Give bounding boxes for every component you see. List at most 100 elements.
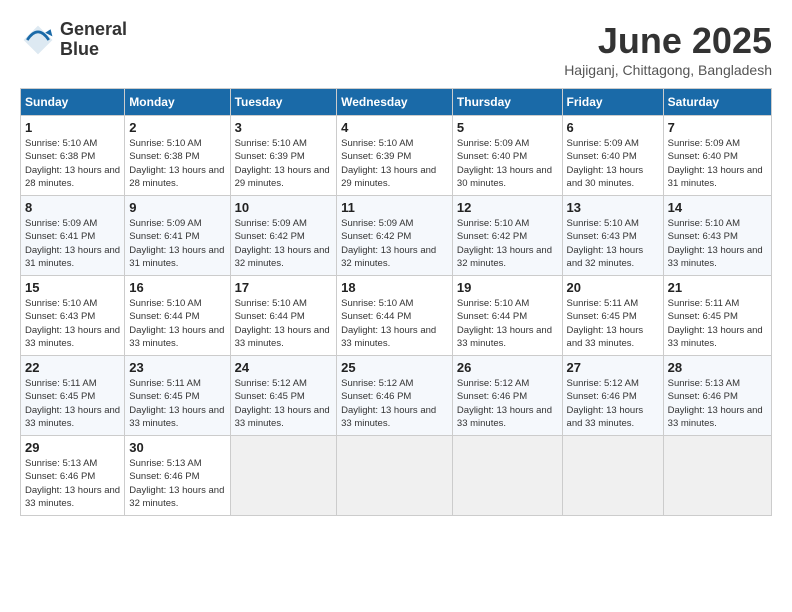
day-number: 15 [25, 280, 120, 295]
day-daylight: Daylight: 13 hours and 33 minutes. [129, 325, 224, 349]
day-cell-28: 28 Sunrise: 5:13 AM Sunset: 6:46 PM Dayl… [663, 356, 771, 436]
col-saturday: Saturday [663, 89, 771, 116]
day-sunrise: Sunrise: 5:10 AM [235, 298, 307, 309]
day-number: 22 [25, 360, 120, 375]
col-sunday: Sunday [21, 89, 125, 116]
month-title: June 2025 [564, 20, 772, 62]
day-cell-21: 21 Sunrise: 5:11 AM Sunset: 6:45 PM Dayl… [663, 276, 771, 356]
day-sunset: Sunset: 6:44 PM [235, 311, 305, 322]
day-sunset: Sunset: 6:39 PM [235, 151, 305, 162]
empty-cell [337, 436, 453, 516]
day-cell-30: 30 Sunrise: 5:13 AM Sunset: 6:46 PM Dayl… [125, 436, 230, 516]
day-cell-27: 27 Sunrise: 5:12 AM Sunset: 6:46 PM Dayl… [562, 356, 663, 436]
day-sunset: Sunset: 6:43 PM [25, 311, 95, 322]
header-row: Sunday Monday Tuesday Wednesday Thursday… [21, 89, 772, 116]
day-sunrise: Sunrise: 5:09 AM [567, 138, 639, 149]
calendar-table: Sunday Monday Tuesday Wednesday Thursday… [20, 88, 772, 516]
day-number: 16 [129, 280, 225, 295]
day-sunset: Sunset: 6:46 PM [567, 391, 637, 402]
day-number: 19 [457, 280, 558, 295]
day-cell-11: 11 Sunrise: 5:09 AM Sunset: 6:42 PM Dayl… [337, 196, 453, 276]
day-cell-19: 19 Sunrise: 5:10 AM Sunset: 6:44 PM Dayl… [452, 276, 562, 356]
day-number: 26 [457, 360, 558, 375]
day-number: 6 [567, 120, 659, 135]
logo: General Blue [20, 20, 127, 60]
day-cell-7: 7 Sunrise: 5:09 AM Sunset: 6:40 PM Dayli… [663, 116, 771, 196]
day-daylight: Daylight: 13 hours and 30 minutes. [567, 165, 644, 189]
day-number: 8 [25, 200, 120, 215]
day-cell-13: 13 Sunrise: 5:10 AM Sunset: 6:43 PM Dayl… [562, 196, 663, 276]
day-sunrise: Sunrise: 5:11 AM [25, 378, 97, 389]
day-number: 25 [341, 360, 448, 375]
page-header: General Blue June 2025 Hajiganj, Chittag… [20, 20, 772, 78]
day-cell-8: 8 Sunrise: 5:09 AM Sunset: 6:41 PM Dayli… [21, 196, 125, 276]
day-daylight: Daylight: 13 hours and 33 minutes. [341, 325, 436, 349]
day-sunrise: Sunrise: 5:09 AM [129, 218, 201, 229]
col-thursday: Thursday [452, 89, 562, 116]
day-daylight: Daylight: 13 hours and 29 minutes. [341, 165, 436, 189]
day-sunset: Sunset: 6:41 PM [129, 231, 199, 242]
day-sunrise: Sunrise: 5:10 AM [457, 298, 529, 309]
day-cell-26: 26 Sunrise: 5:12 AM Sunset: 6:46 PM Dayl… [452, 356, 562, 436]
day-daylight: Daylight: 13 hours and 33 minutes. [567, 405, 644, 429]
day-sunrise: Sunrise: 5:10 AM [25, 138, 97, 149]
col-friday: Friday [562, 89, 663, 116]
day-sunrise: Sunrise: 5:10 AM [341, 298, 413, 309]
day-daylight: Daylight: 13 hours and 33 minutes. [457, 325, 552, 349]
day-number: 1 [25, 120, 120, 135]
day-cell-14: 14 Sunrise: 5:10 AM Sunset: 6:43 PM Dayl… [663, 196, 771, 276]
day-sunrise: Sunrise: 5:09 AM [341, 218, 413, 229]
empty-cell [663, 436, 771, 516]
day-sunset: Sunset: 6:46 PM [129, 471, 199, 482]
day-cell-22: 22 Sunrise: 5:11 AM Sunset: 6:45 PM Dayl… [21, 356, 125, 436]
day-sunrise: Sunrise: 5:09 AM [235, 218, 307, 229]
day-sunset: Sunset: 6:42 PM [457, 231, 527, 242]
day-number: 29 [25, 440, 120, 455]
day-number: 14 [668, 200, 767, 215]
day-cell-4: 4 Sunrise: 5:10 AM Sunset: 6:39 PM Dayli… [337, 116, 453, 196]
day-sunrise: Sunrise: 5:10 AM [668, 218, 740, 229]
logo-line2: Blue [60, 40, 127, 60]
day-cell-29: 29 Sunrise: 5:13 AM Sunset: 6:46 PM Dayl… [21, 436, 125, 516]
day-sunrise: Sunrise: 5:09 AM [25, 218, 97, 229]
day-daylight: Daylight: 13 hours and 33 minutes. [567, 325, 644, 349]
day-number: 21 [668, 280, 767, 295]
empty-cell [562, 436, 663, 516]
col-monday: Monday [125, 89, 230, 116]
empty-cell [230, 436, 337, 516]
day-number: 3 [235, 120, 333, 135]
day-daylight: Daylight: 13 hours and 33 minutes. [235, 405, 330, 429]
day-sunrise: Sunrise: 5:10 AM [341, 138, 413, 149]
day-number: 24 [235, 360, 333, 375]
day-cell-25: 25 Sunrise: 5:12 AM Sunset: 6:46 PM Dayl… [337, 356, 453, 436]
day-daylight: Daylight: 13 hours and 33 minutes. [129, 405, 224, 429]
col-wednesday: Wednesday [337, 89, 453, 116]
day-daylight: Daylight: 13 hours and 33 minutes. [341, 405, 436, 429]
day-sunset: Sunset: 6:43 PM [567, 231, 637, 242]
day-cell-15: 15 Sunrise: 5:10 AM Sunset: 6:43 PM Dayl… [21, 276, 125, 356]
day-sunset: Sunset: 6:44 PM [457, 311, 527, 322]
day-sunrise: Sunrise: 5:09 AM [457, 138, 529, 149]
day-cell-1: 1 Sunrise: 5:10 AM Sunset: 6:38 PM Dayli… [21, 116, 125, 196]
calendar-week-1: 1 Sunrise: 5:10 AM Sunset: 6:38 PM Dayli… [21, 116, 772, 196]
day-cell-17: 17 Sunrise: 5:10 AM Sunset: 6:44 PM Dayl… [230, 276, 337, 356]
title-block: June 2025 Hajiganj, Chittagong, Banglade… [564, 20, 772, 78]
day-number: 12 [457, 200, 558, 215]
day-daylight: Daylight: 13 hours and 33 minutes. [25, 405, 120, 429]
day-number: 7 [668, 120, 767, 135]
day-number: 11 [341, 200, 448, 215]
calendar-week-3: 15 Sunrise: 5:10 AM Sunset: 6:43 PM Dayl… [21, 276, 772, 356]
calendar-week-2: 8 Sunrise: 5:09 AM Sunset: 6:41 PM Dayli… [21, 196, 772, 276]
day-cell-9: 9 Sunrise: 5:09 AM Sunset: 6:41 PM Dayli… [125, 196, 230, 276]
day-daylight: Daylight: 13 hours and 28 minutes. [129, 165, 224, 189]
day-daylight: Daylight: 13 hours and 30 minutes. [457, 165, 552, 189]
day-sunset: Sunset: 6:46 PM [25, 471, 95, 482]
day-number: 23 [129, 360, 225, 375]
day-sunset: Sunset: 6:42 PM [235, 231, 305, 242]
day-daylight: Daylight: 13 hours and 29 minutes. [235, 165, 330, 189]
day-sunrise: Sunrise: 5:12 AM [567, 378, 639, 389]
day-sunset: Sunset: 6:40 PM [567, 151, 637, 162]
day-sunrise: Sunrise: 5:10 AM [25, 298, 97, 309]
day-sunset: Sunset: 6:45 PM [668, 311, 738, 322]
day-daylight: Daylight: 13 hours and 33 minutes. [457, 405, 552, 429]
